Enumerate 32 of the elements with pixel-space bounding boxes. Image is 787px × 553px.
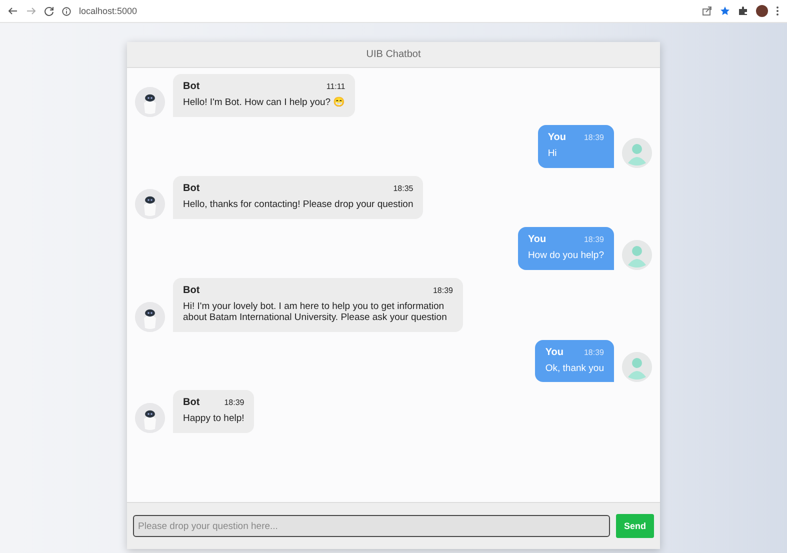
profile-avatar[interactable] <box>756 5 768 17</box>
message-time: 18:39 <box>584 348 604 357</box>
message-time: 11:11 <box>326 82 346 91</box>
menu-icon[interactable] <box>776 6 779 16</box>
message-time: 18:39 <box>224 398 244 408</box>
star-icon[interactable] <box>720 6 730 16</box>
sender-name: Bot <box>183 81 200 92</box>
message-time: 18:39 <box>584 132 604 142</box>
sender-name: You <box>548 132 566 143</box>
message-text: Hi! I'm your lovely bot. I am here to help you to get information about Batam International University. Please ask your question <box>183 302 448 324</box>
puzzle-icon[interactable] <box>738 6 748 16</box>
message-text: Hi <box>548 148 558 160</box>
sender-name: Bot <box>183 182 200 194</box>
info-icon[interactable] <box>62 6 71 16</box>
message-text: Happy to help! <box>183 414 244 426</box>
chat-title: UIB Chatbot <box>366 49 421 60</box>
address-bar-url[interactable]: localhost:5000 <box>79 6 138 16</box>
sender-name: Bot <box>183 397 200 408</box>
sender-name: You <box>528 234 546 245</box>
sender-name: Bot <box>183 284 200 296</box>
sender-name: You <box>545 346 564 358</box>
message-time: 18:39 <box>584 234 604 244</box>
message-text: Hello, thanks for contacting! Please drop your question <box>183 200 414 211</box>
reload-icon[interactable] <box>44 6 54 16</box>
message-text: Hello! I'm Bot. How can I help you? 😁 <box>183 98 346 109</box>
message-time: 18:39 <box>432 286 453 295</box>
question-input-field[interactable]: Please drop your question here... <box>133 515 610 537</box>
message-text: How do you help? <box>528 250 604 262</box>
message-time: 18:35 <box>393 184 414 193</box>
share-icon[interactable] <box>702 6 712 16</box>
back-icon[interactable] <box>8 6 18 16</box>
message-text: Ok, thank you <box>545 364 604 374</box>
